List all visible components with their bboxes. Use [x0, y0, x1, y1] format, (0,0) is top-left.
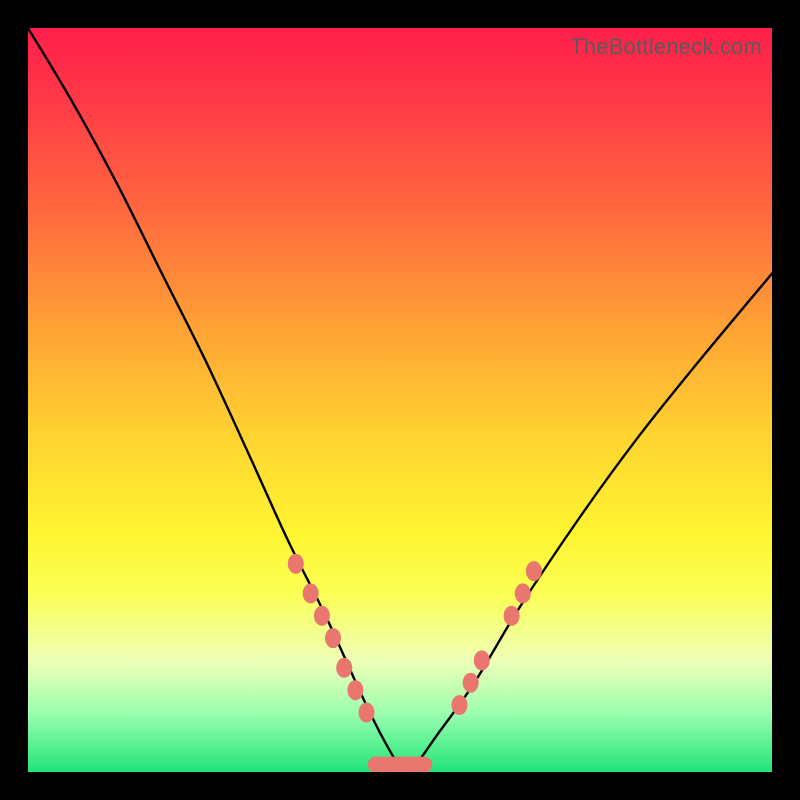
- plot-area: TheBottleneck.com: [28, 28, 772, 772]
- curve-marker: [526, 561, 542, 581]
- curve-marker: [504, 606, 520, 626]
- curve-marker: [288, 554, 304, 574]
- curve-marker: [474, 650, 490, 670]
- curve-marker: [463, 673, 479, 693]
- curve-marker: [314, 606, 330, 626]
- curve-marker: [336, 658, 352, 678]
- curve-marker: [303, 583, 319, 603]
- bottleneck-curve-path: [28, 28, 772, 768]
- curve-marker-bottom: [368, 757, 433, 772]
- curve-marker: [325, 628, 341, 648]
- curve-layer: [28, 28, 772, 772]
- curve-marker: [359, 703, 375, 723]
- curve-marker: [515, 583, 531, 603]
- chart-frame: TheBottleneck.com: [0, 0, 800, 800]
- curve-marker: [452, 695, 468, 715]
- curve-marker: [347, 680, 363, 700]
- marker-group: [288, 554, 542, 772]
